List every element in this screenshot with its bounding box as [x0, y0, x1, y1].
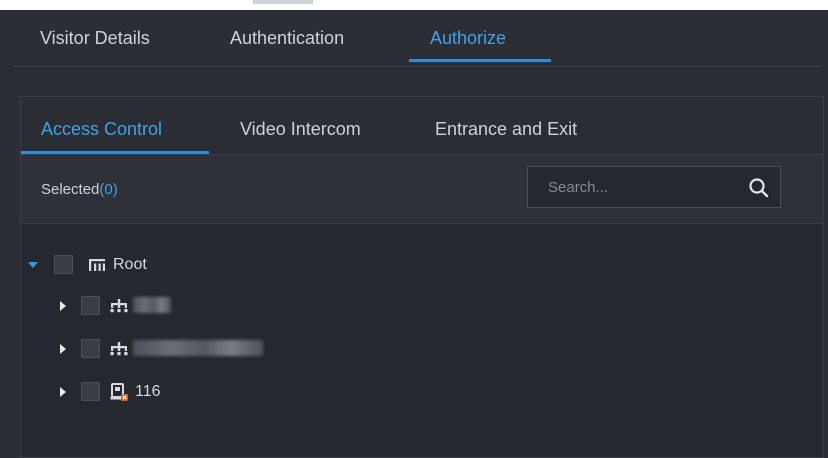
expand-right-icon[interactable]	[57, 343, 69, 355]
search-box	[527, 166, 781, 208]
tab-authorize[interactable]: Authorize	[430, 28, 506, 49]
tab-visitor-details[interactable]: Visitor Details	[40, 28, 150, 49]
network-node-icon	[110, 342, 128, 356]
organization-root-icon	[89, 259, 105, 271]
search-input[interactable]	[528, 167, 738, 207]
tree-node[interactable]: 116	[21, 380, 321, 404]
tree-node-root[interactable]: Root	[21, 253, 321, 277]
selected-count: (0)	[99, 181, 118, 198]
tab-entrance-and-exit[interactable]: Entrance and Exit	[435, 119, 577, 140]
tab-access-control[interactable]: Access Control	[41, 119, 162, 140]
selection-toolbar: Selected(0)	[21, 155, 823, 224]
tab-authentication[interactable]: Authentication	[230, 28, 344, 49]
expand-right-icon[interactable]	[57, 386, 69, 398]
top-strip	[0, 0, 828, 10]
expand-right-icon[interactable]	[57, 300, 69, 312]
network-node-icon	[110, 299, 128, 313]
top-strip-fragment	[253, 0, 313, 4]
sub-tab-bar: Access Control Video Intercom Entrance a…	[21, 97, 823, 155]
tree-node[interactable]	[21, 294, 321, 318]
selected-summary: Selected(0)	[41, 181, 118, 198]
tree-node-label: Root	[113, 256, 147, 273]
tab-video-intercom[interactable]: Video Intercom	[240, 119, 361, 140]
checkbox[interactable]	[54, 255, 73, 274]
main-tab-bar: Visitor Details Authentication Authorize	[14, 10, 822, 67]
checkbox[interactable]	[81, 339, 100, 358]
search-icon[interactable]	[748, 177, 770, 199]
checkbox[interactable]	[81, 382, 100, 401]
expand-down-icon[interactable]	[27, 259, 39, 271]
authorize-panel: Access Control Video Intercom Entrance a…	[20, 96, 824, 458]
access-controller-offline-icon	[110, 383, 128, 401]
tree-node-label: 116	[135, 383, 161, 400]
checkbox[interactable]	[81, 296, 100, 315]
redacted-label	[133, 340, 263, 356]
redacted-label	[133, 297, 171, 313]
selected-label: Selected	[41, 181, 100, 198]
active-tab-indicator	[409, 59, 551, 62]
tree-node[interactable]	[21, 337, 321, 361]
active-sub-tab-indicator	[21, 151, 209, 154]
